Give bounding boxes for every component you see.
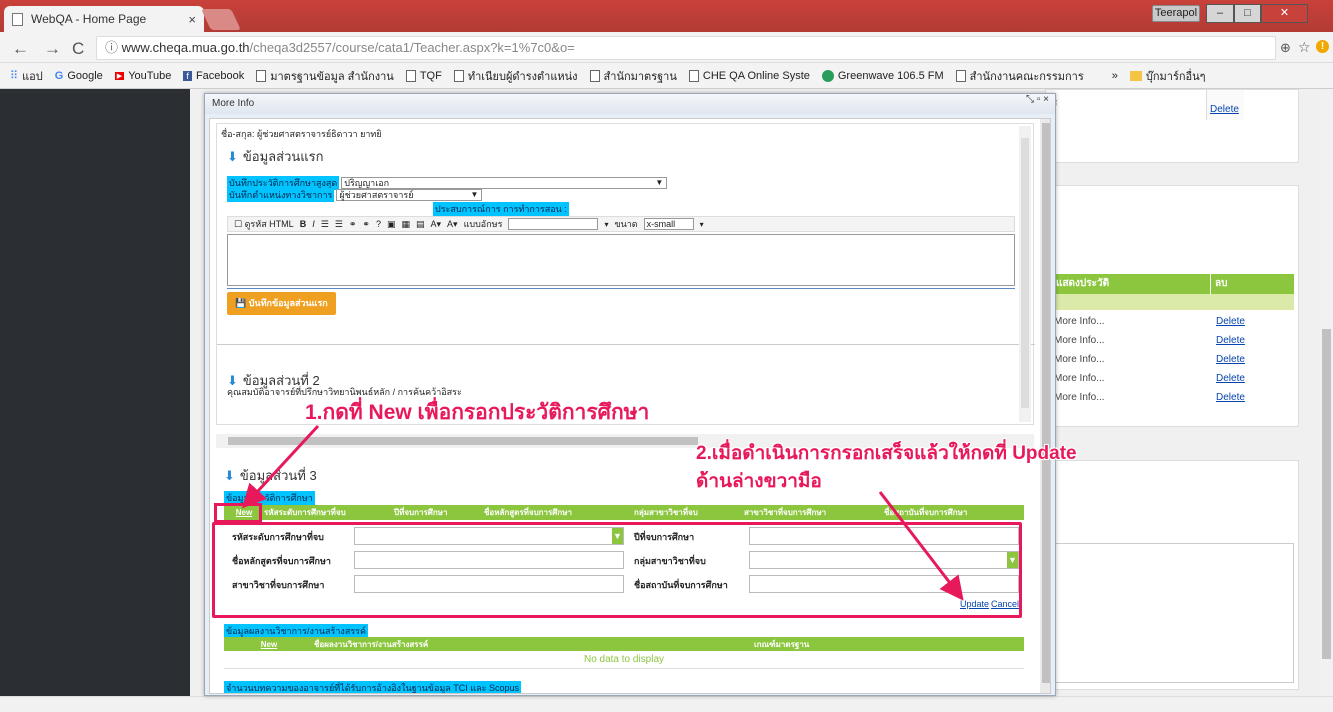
- arrow-to-update: [878, 491, 964, 601]
- arrow-to-new: [241, 424, 320, 509]
- annotation-arrows: [241, 424, 964, 601]
